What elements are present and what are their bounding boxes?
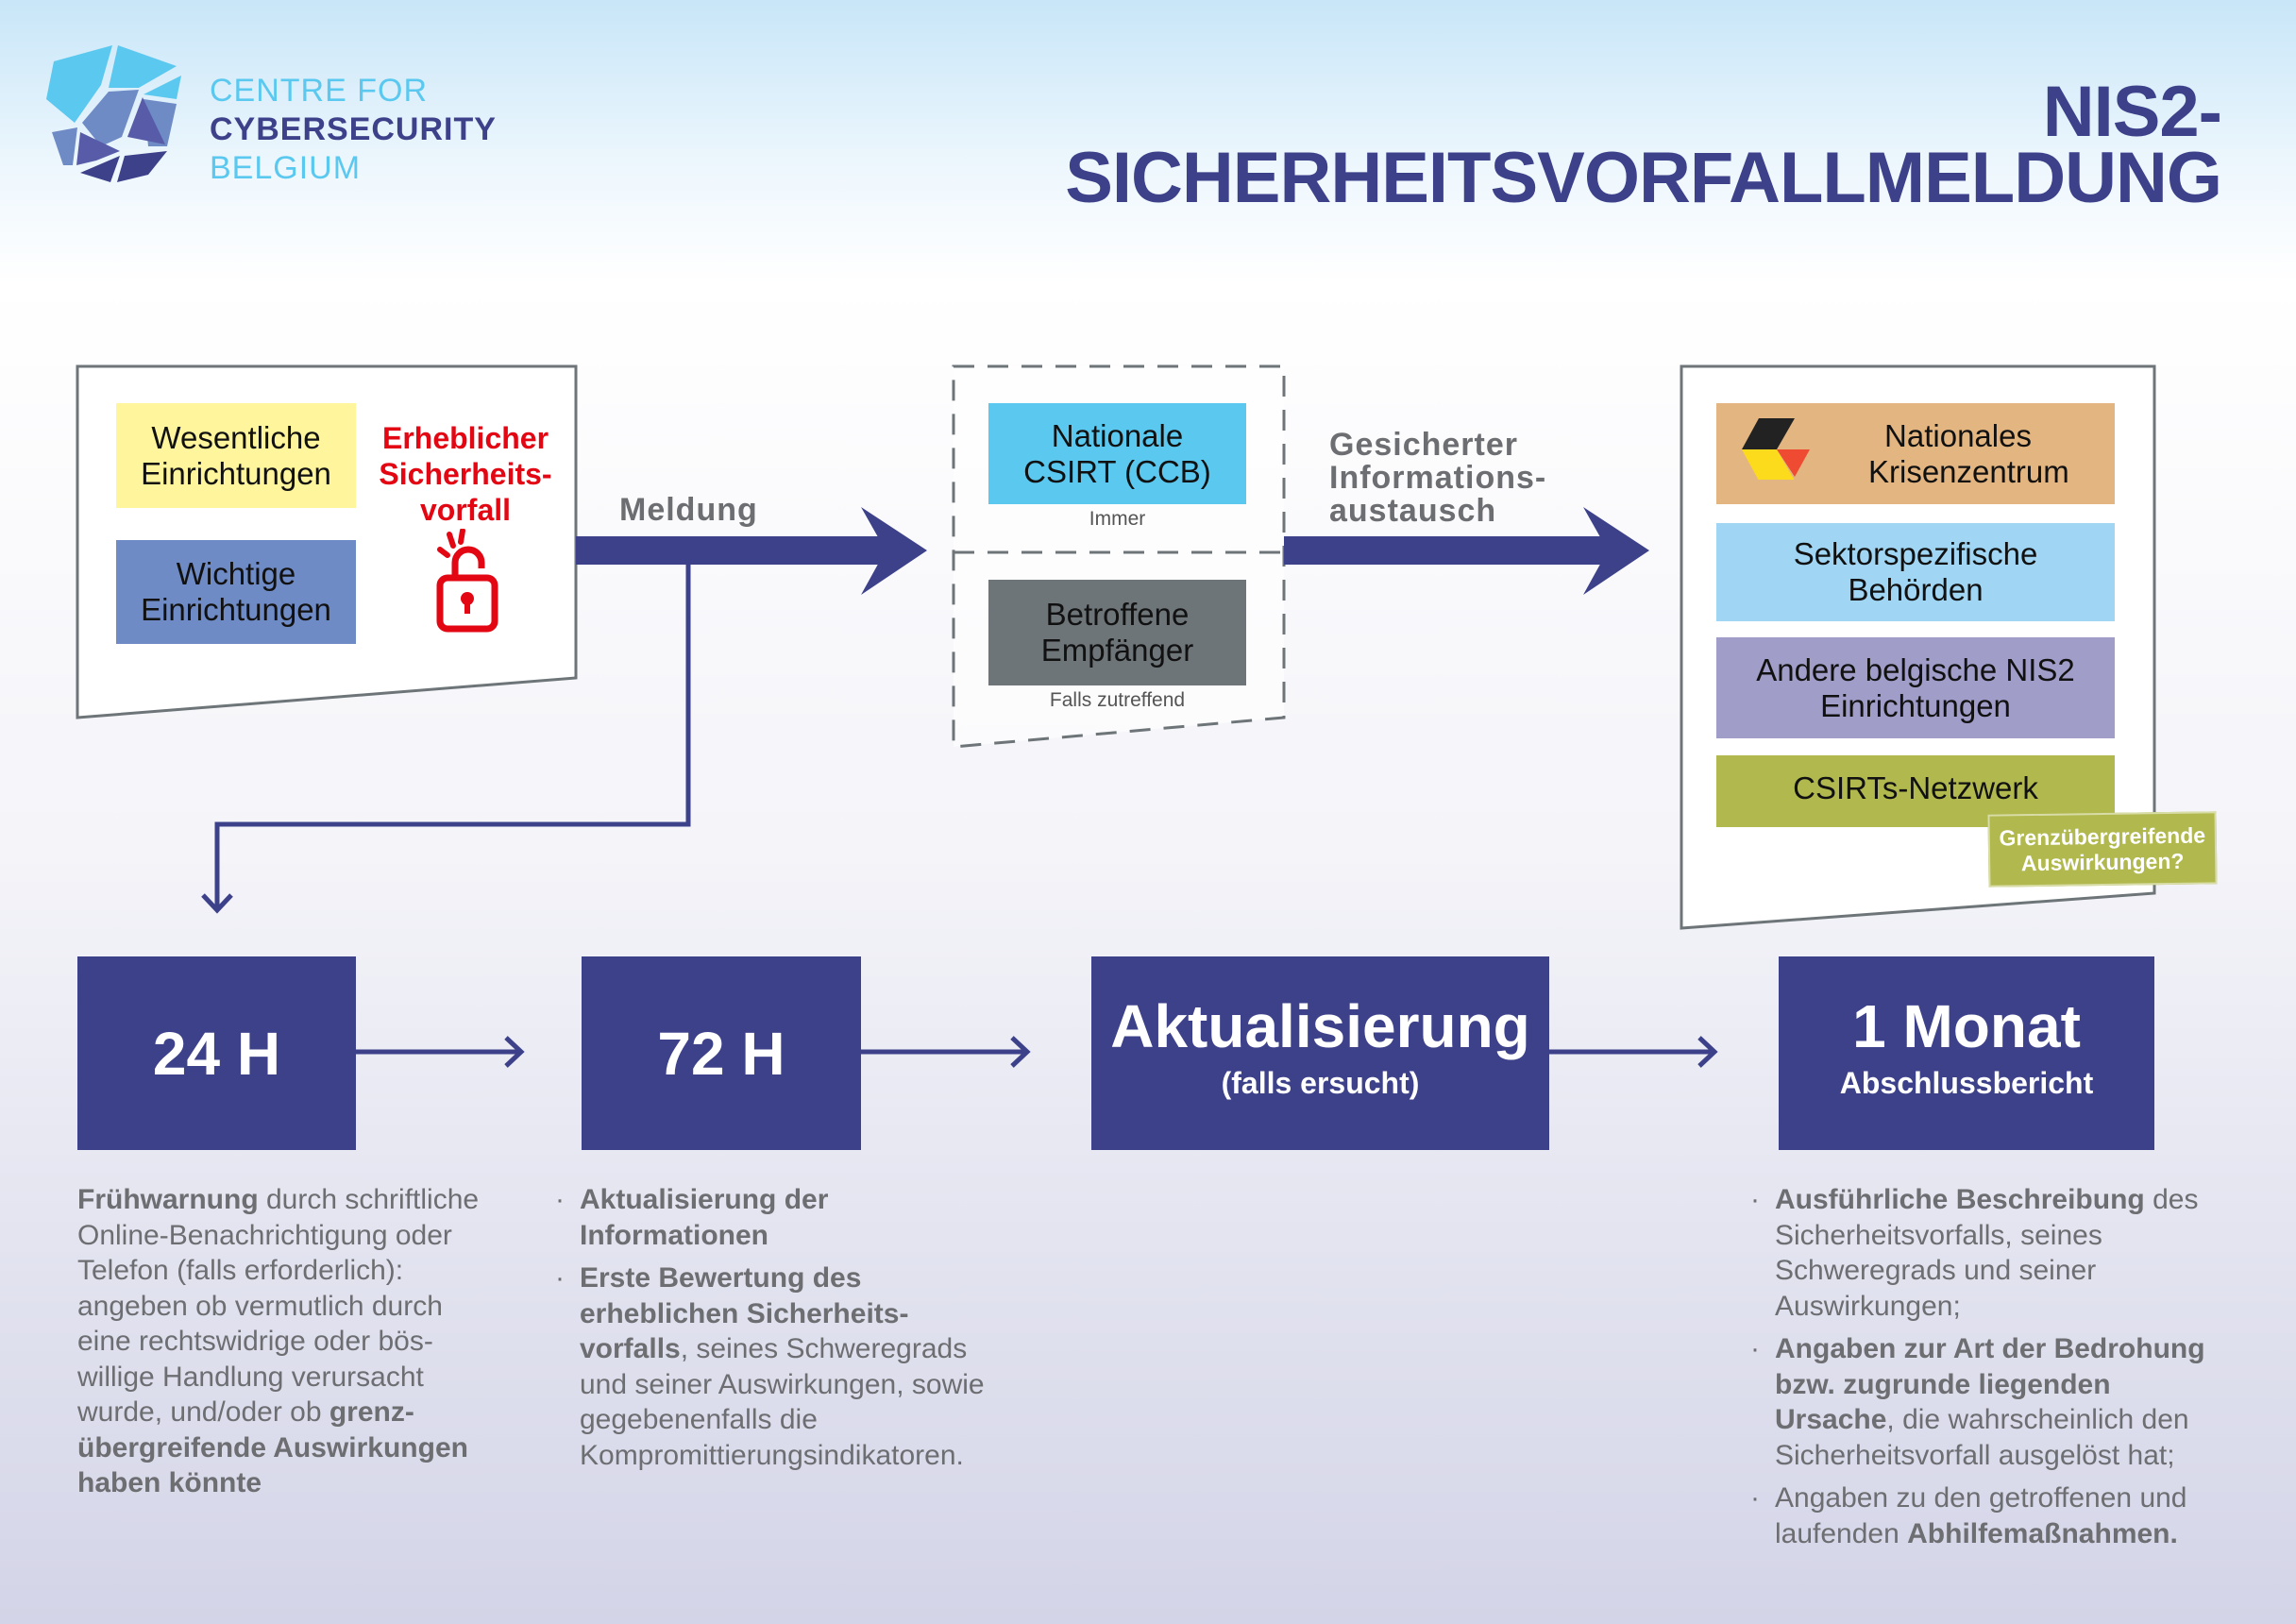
72h-requirements: Aktualisierung der Informationen Erste Be… [555,1182,1004,1480]
deadline-72h: 72 H [582,956,861,1150]
deadline-72h-title: 72 H [657,1019,785,1088]
significant-incident-label: Erheblicher Sicherheits- vorfall [371,420,560,528]
emphasized-text: Aktualisierung der Informationen [580,1184,829,1251]
cross-border-tag: Grenzübergreifende Auswirkungen? [1987,811,2218,888]
csirt-note: Immer [1089,508,1146,530]
other-nis2-entities-box: Andere belgische NIS2 Einrichtungen [1716,637,2115,738]
national-csirt-label: Nationale CSIRT (CCB) [1023,417,1211,489]
csirts-network-label: CSIRTs-Netzwerk [1793,770,2038,805]
bullet-item: Angaben zu den getroffenen und laufenden… [1750,1480,2228,1551]
deadline-24h-title: 24 H [152,1019,281,1088]
emphasized-text: Frühwarnung [77,1184,259,1215]
essential-entities-label: Wesentliche Einrichtungen [141,419,331,491]
crisis-centre-label: Nationales Krisenzentrum [1868,417,2069,489]
month-title: 1 Monat [1852,992,2081,1060]
incident-line-3: vorfall [419,493,512,527]
cross-border-label: Grenzübergreifende Auswirkungen? [1999,821,2206,875]
incident-line-1: Erheblicher [381,421,549,455]
other-nis2-entities-label: Andere belgische NIS2 Einrichtungen [1756,651,2075,723]
reporting-label: Meldung [619,492,758,528]
deadline-1-month: 1 Monat Abschlussbericht [1779,956,2154,1150]
important-entities-box: Wichtige Einrichtungen [116,540,356,644]
exchange-line-3: austausch [1329,493,1497,529]
month-subtitle: Abschlussbericht [1839,1066,2094,1100]
crisis-centre-logo-icon [1742,418,1810,480]
affected-note: Falls zutreffend [1049,689,1186,711]
update-title: Aktualisierung [1110,992,1530,1060]
bullet-item: Erste Bewertung des erheblichen Sicherhe… [555,1260,1004,1473]
exchange-line-1: Gesicherter [1329,427,1518,463]
update-subtitle: (falls ersucht) [1221,1066,1420,1100]
text: durch schriftliche Online-Benachrichtigu… [77,1184,480,1428]
exchange-line-2: Informations- [1329,460,1547,496]
secure-exchange-label: Gesicherter Informations- austausch [1329,429,1546,528]
deadline-24h: 24 H [77,956,356,1150]
sector-authorities-box: Sektorspezifische Behörden [1716,523,2115,621]
essential-entities-box: Wesentliche Einrichtungen [116,403,356,508]
update-step: Aktualisierung (falls ersucht) [1091,956,1549,1150]
bullet-item: Aktualisierung der Informationen [555,1182,1004,1253]
final-report-requirements: Ausführliche Beschreibung des Sicherheit… [1750,1182,2228,1559]
affected-recipients-box: Betroffene Empfänger [988,580,1246,685]
unlocked-padlock-icon [436,529,498,633]
incident-line-2: Sicherheits- [379,457,552,491]
bullet-item: Ausführliche Beschreibung des Sicherheit… [1750,1182,2228,1324]
early-warning-description: Frühwarnung durch schriftliche Online-Be… [77,1182,493,1501]
important-entities-label: Wichtige Einrichtungen [141,556,331,627]
emphasized-text: Abhilfemaßnahmen. [1907,1517,2178,1549]
sector-authorities-label: Sektorspezifische Behörden [1793,536,2038,607]
national-csirt-box: Nationale CSIRT (CCB) [988,403,1246,504]
emphasized-text: Ausführliche Beschreibung [1775,1184,2145,1215]
affected-recipients-label: Betroffene Empfänger [1040,597,1194,668]
bullet-item: Angaben zur Art der Bedrohung bzw. zugru… [1750,1331,2228,1473]
